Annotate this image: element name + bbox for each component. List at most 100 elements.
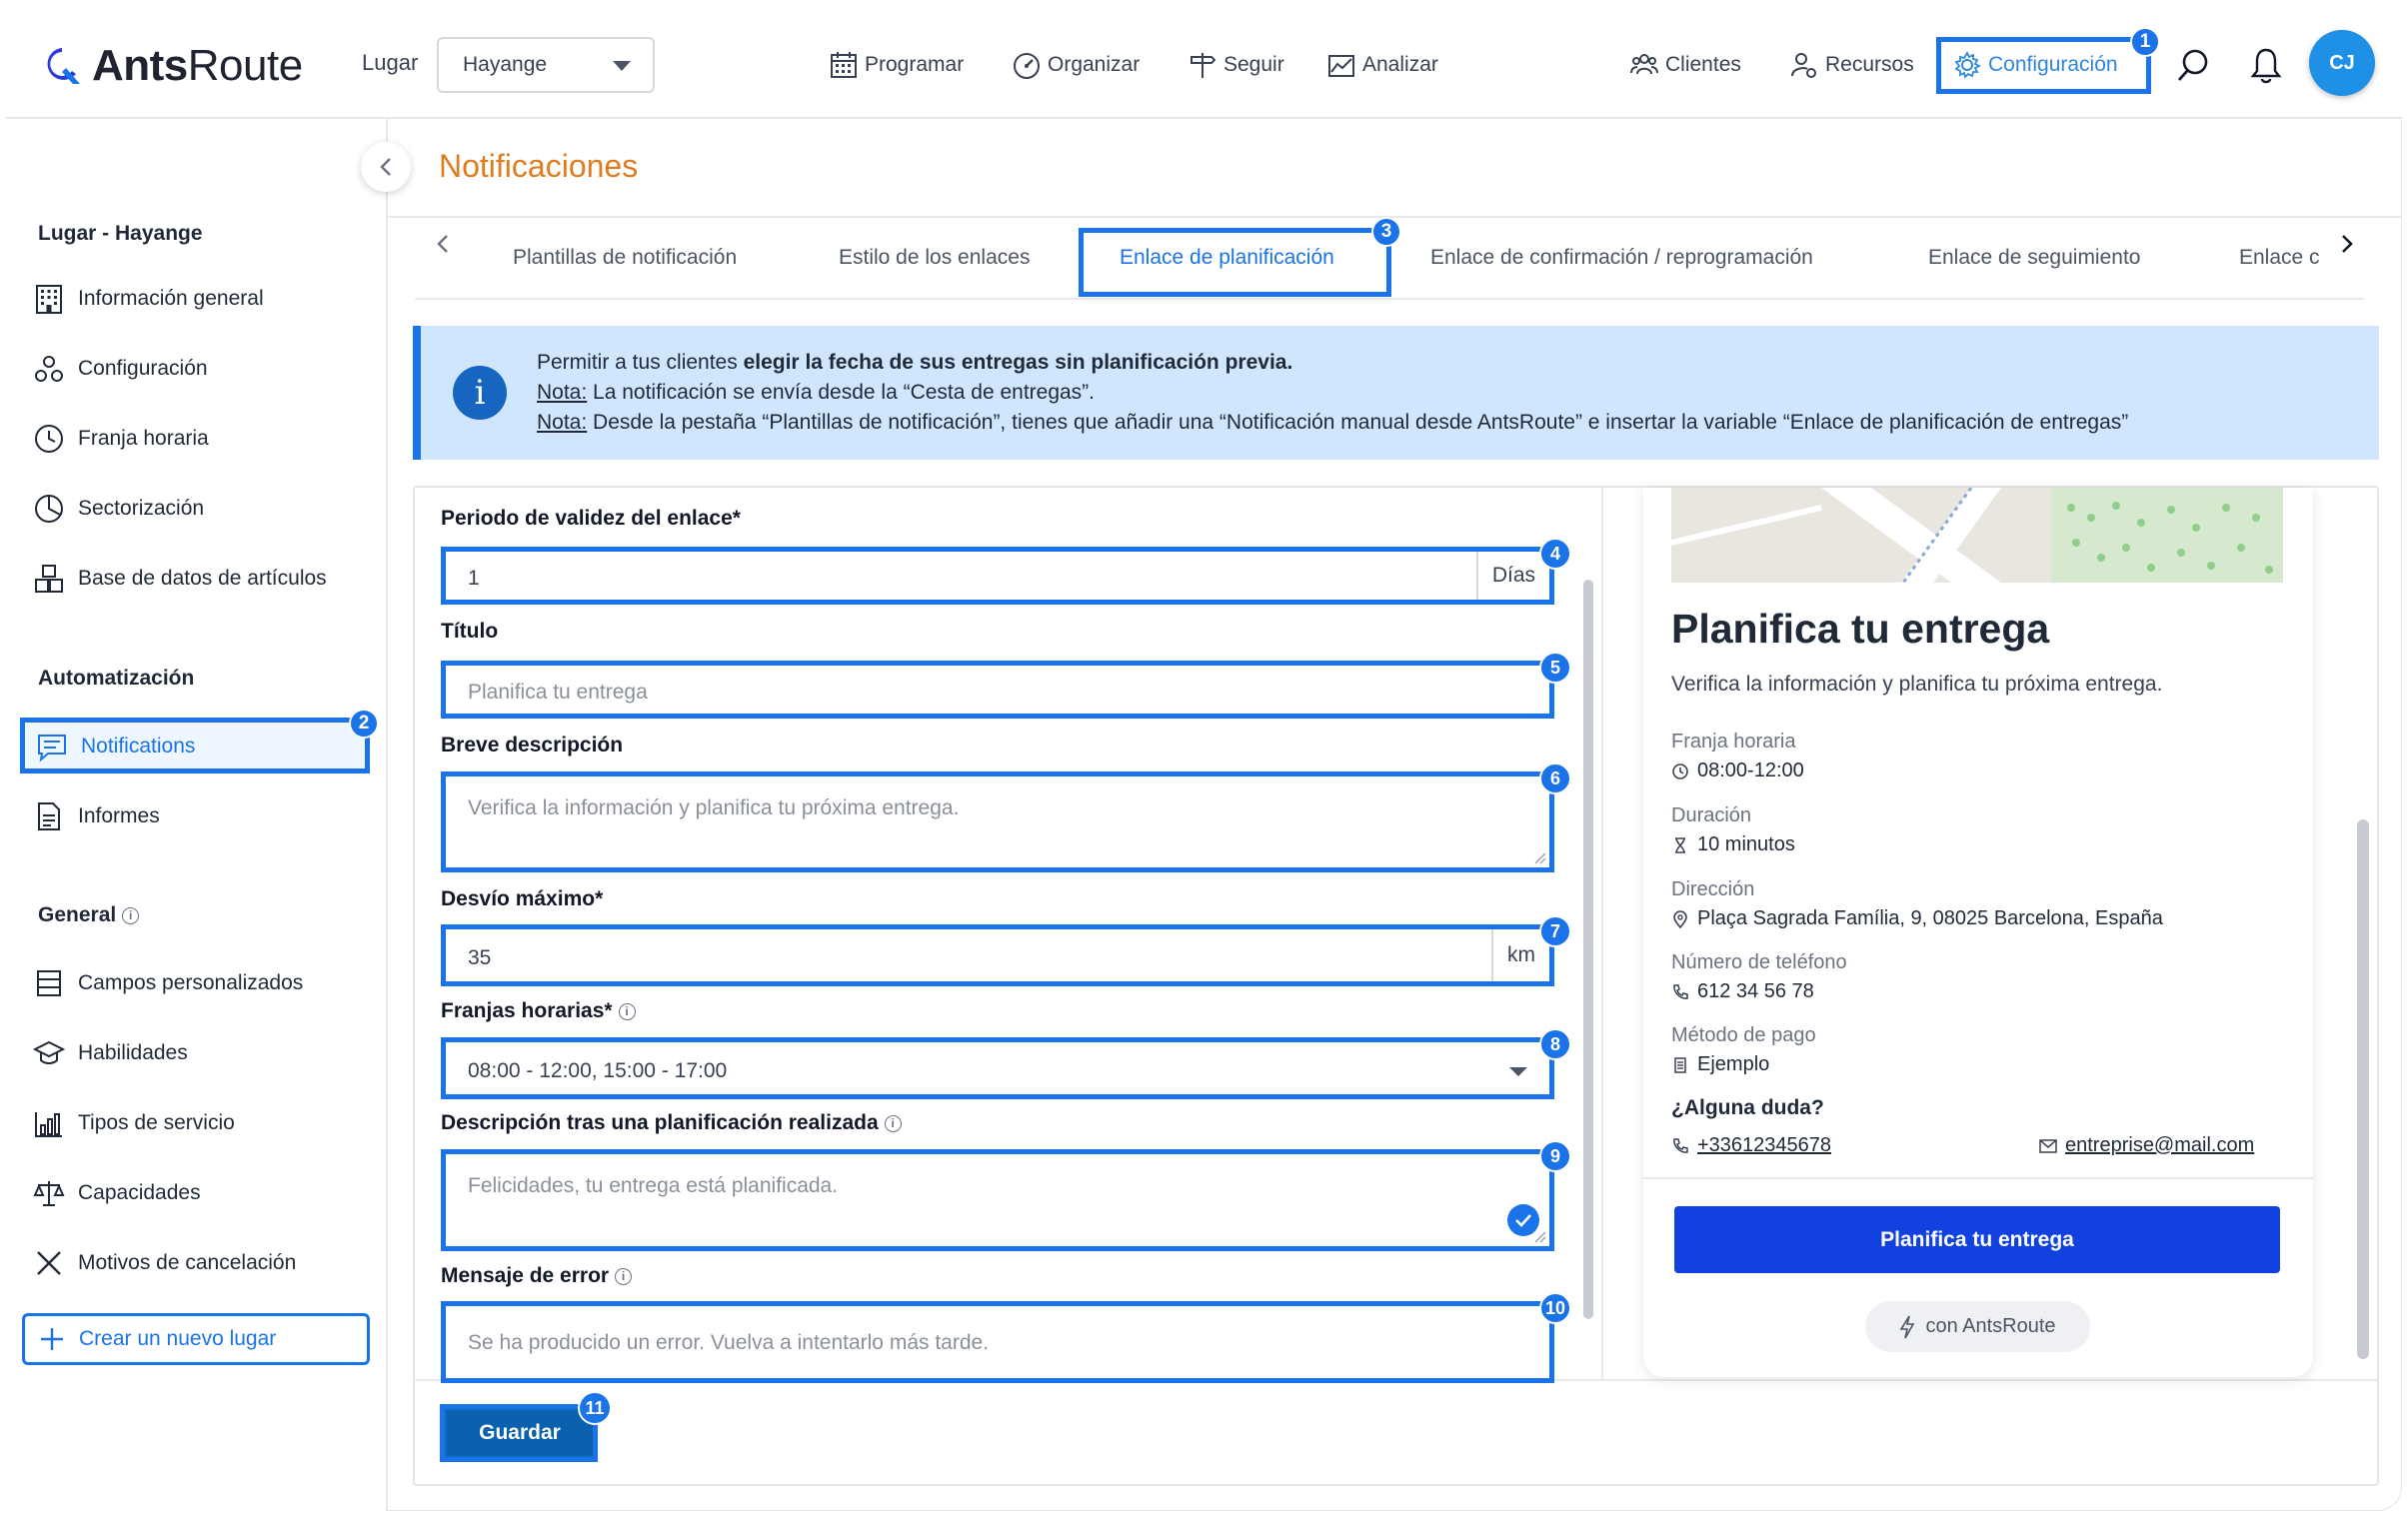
- sidebar-item-label: Tipos de servicio: [78, 1111, 235, 1134]
- info-line-1: Permitir a tus clientes elegir la fecha …: [537, 351, 1292, 375]
- sidebar-item-informes[interactable]: Informes: [33, 796, 160, 836]
- logo-text-ants: Ants: [92, 41, 188, 90]
- step-badge-10: 10: [1539, 1292, 1571, 1324]
- info-circle-icon[interactable]: i: [615, 1267, 633, 1285]
- titulo-input[interactable]: Planifica tu entrega 5: [441, 652, 1571, 719]
- nav-configuracion-label: Configuración: [1988, 53, 2118, 76]
- lightning-icon: [1900, 1315, 1915, 1338]
- lugar-select-value: Hayange: [463, 53, 548, 76]
- nav-clientes-label: Clientes: [1665, 53, 1741, 76]
- lugar-select[interactable]: Hayange: [437, 37, 655, 93]
- desc-label-text: Breve descripción: [441, 734, 624, 757]
- nav-recursos[interactable]: Recursos: [1789, 48, 1914, 82]
- preview-direccion-label: Dirección: [1671, 878, 1755, 900]
- nav-clientes[interactable]: Clientes: [1629, 48, 1741, 82]
- avatar[interactable]: CJ: [2309, 30, 2375, 96]
- desvio-value: 35: [468, 946, 492, 969]
- sidebar-item-base-datos[interactable]: Base de datos de artículos: [33, 559, 327, 599]
- powered-by-badge[interactable]: con AntsRoute: [1865, 1301, 2090, 1352]
- sidebar-collapse-button[interactable]: [361, 142, 411, 192]
- tab-estilo[interactable]: Estilo de los enlaces: [839, 246, 1030, 270]
- titulo-label: Título: [441, 620, 498, 644]
- sidebar-item-configuracion[interactable]: Configuración: [33, 349, 208, 389]
- create-lugar-label: Crear un nuevo lugar: [79, 1327, 277, 1350]
- error-input[interactable]: Se ha producido un error. Vuelva a inten…: [441, 1292, 1571, 1383]
- sidebar-item-sectorizacion[interactable]: Sectorización: [33, 489, 204, 529]
- sidebar-item-capacidades[interactable]: Capacidades: [33, 1173, 201, 1213]
- powered-by-text: con AntsRoute: [1925, 1315, 2056, 1337]
- preview-scrollbar[interactable]: [2357, 819, 2369, 1359]
- sidebar-item-campos[interactable]: Campos personalizados: [33, 963, 303, 1003]
- tabs-scroll-left-icon[interactable]: [433, 232, 453, 256]
- tab-confirmacion[interactable]: Enlace de confirmación / reprogramación: [1430, 246, 1813, 270]
- preview-direccion-text: Plaça Sagrada Família, 9, 08025 Barcelon…: [1697, 907, 2163, 929]
- chart-icon: [1328, 55, 1354, 77]
- sidebar-item-franja-horaria[interactable]: Franja horaria: [33, 419, 209, 459]
- sidebar-item-label: Base de datos de artículos: [78, 567, 327, 590]
- preview-email-link[interactable]: entreprise@mail.com: [2039, 1134, 2254, 1157]
- titulo-label-text: Título: [441, 620, 499, 643]
- bell-icon[interactable]: [2250, 47, 2282, 85]
- sidebar-item-label: Campos personalizados: [78, 971, 304, 994]
- desvio-input[interactable]: 35 km 7: [441, 915, 1571, 986]
- step-badge-1: 1: [2130, 27, 2160, 57]
- nav-organizar-label: Organizar: [1048, 53, 1141, 76]
- franjas-label-text: Franjas horarias*: [441, 999, 613, 1022]
- franjas-select[interactable]: 08:00 - 12:00, 15:00 - 17:00 8: [441, 1028, 1571, 1099]
- antsroute-logo[interactable]: AntsRoute: [42, 38, 303, 94]
- preview-pago-label: Método de pago: [1671, 1024, 1816, 1046]
- info-circle-icon[interactable]: i: [884, 1114, 902, 1132]
- info-line-1-text: Permitir a tus clientes: [537, 351, 744, 374]
- tab-enlace-truncated[interactable]: Enlace c: [2239, 246, 2319, 270]
- form-scrollbar[interactable]: [1583, 580, 1593, 1319]
- info-circle-icon[interactable]: i: [618, 1002, 636, 1020]
- preview-telefono-text: 612 34 56 78: [1697, 980, 1814, 1002]
- preview-title: Planifica tu entrega: [1671, 606, 2050, 652]
- resize-handle-icon[interactable]: [1532, 1229, 1546, 1243]
- desc-textarea[interactable]: Verifica la información y planifica tu p…: [441, 762, 1571, 872]
- clock-icon: [35, 425, 63, 453]
- close-icon: [37, 1251, 61, 1275]
- tab-seguimiento[interactable]: Enlace de seguimiento: [1928, 246, 2140, 270]
- tras-textarea[interactable]: Felicidades, tu entrega está planificada…: [441, 1140, 1571, 1251]
- nav-programar-label: Programar: [865, 53, 965, 76]
- nav-configuracion[interactable]: Configuración: [1952, 48, 2118, 82]
- validez-label: Periodo de validez del enlace*: [441, 507, 741, 531]
- clock-icon: [1672, 762, 1688, 779]
- preview-subtitle: Verifica la información y planifica tu p…: [1671, 673, 2163, 696]
- desvio-label-text: Desvío máximo*: [441, 887, 604, 910]
- nav-seguir[interactable]: Seguir: [1188, 48, 1284, 82]
- sidebar-item-informacion[interactable]: Información general: [33, 279, 264, 319]
- nav-programar[interactable]: Programar: [829, 48, 964, 82]
- info-icon: i: [453, 366, 507, 420]
- preview-planifica-button[interactable]: Planifica tu entrega: [1674, 1206, 2280, 1273]
- preview-phone-link[interactable]: +33612345678: [1671, 1134, 1831, 1157]
- sidebar-item-label: Configuración: [78, 357, 208, 380]
- preview-duda: ¿Alguna duda?: [1671, 1096, 1824, 1119]
- info-circle-icon[interactable]: i: [122, 906, 140, 924]
- tab-enlace-planificacion[interactable]: Enlace de planificación: [1120, 246, 1334, 270]
- sidebar-item-habilidades[interactable]: Habilidades: [33, 1033, 188, 1073]
- validez-input[interactable]: 1 Días 4: [441, 538, 1571, 605]
- sidebar-item-tipos-servicio[interactable]: Tipos de servicio: [33, 1103, 235, 1143]
- pie-sector-icon: [35, 495, 63, 523]
- antsroute-logo-icon: [47, 48, 80, 84]
- save-button[interactable]: Guardar: [447, 1410, 593, 1456]
- sidebar-item-motivos[interactable]: Motivos de cancelación: [33, 1243, 296, 1283]
- search-icon[interactable]: [2176, 48, 2210, 84]
- plus-icon: [41, 1328, 63, 1350]
- hourglass-icon: [1675, 836, 1685, 853]
- create-lugar-button[interactable]: Crear un nuevo lugar: [22, 1313, 370, 1365]
- calendar-icon: [831, 52, 857, 78]
- titulo-placeholder: Planifica tu entrega: [468, 681, 648, 704]
- nav-organizar[interactable]: Organizar: [1012, 48, 1140, 82]
- preview-duracion-label: Duración: [1671, 804, 1752, 826]
- error-placeholder: Se ha producido un error. Vuelva a inten…: [468, 1331, 990, 1354]
- nav-analizar[interactable]: Analizar: [1326, 48, 1438, 82]
- tab-plantillas[interactable]: Plantillas de notificación: [513, 246, 737, 270]
- tabs-scroll-right-icon[interactable]: [2337, 232, 2357, 256]
- sidebar-item-notifications[interactable]: Notifications: [36, 727, 195, 766]
- resize-handle-icon[interactable]: [1532, 850, 1546, 864]
- tras-placeholder: Felicidades, tu entrega está planificada…: [468, 1174, 839, 1197]
- chevron-down-icon: [613, 61, 631, 71]
